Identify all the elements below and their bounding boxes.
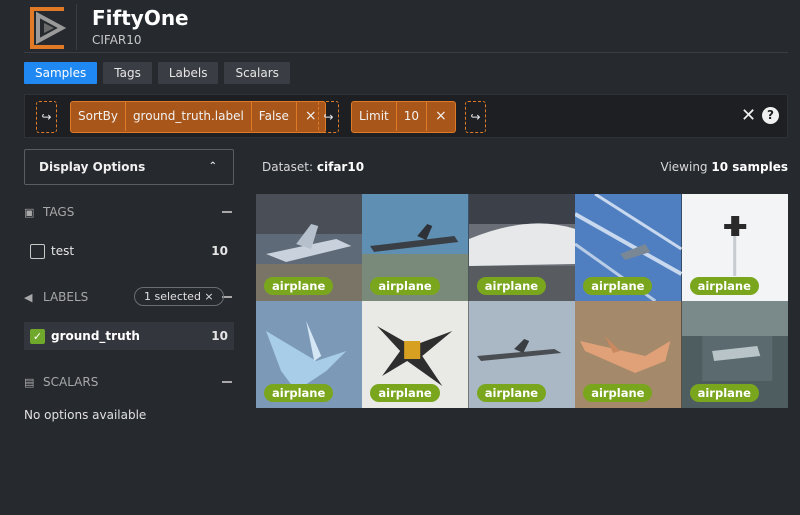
sample-tile[interactable]: airplane — [681, 301, 788, 408]
tab-scalars[interactable]: Scalars — [224, 62, 290, 84]
add-stage-button[interactable]: ↪ — [465, 101, 486, 133]
dataset-subtitle: CIFAR10 — [92, 33, 142, 47]
no-options-text: No options available — [24, 408, 147, 422]
scalars-section-header[interactable]: ▤ SCALARS — [24, 372, 234, 392]
ground-truth-tag: airplane — [476, 277, 547, 295]
viewing-count: Viewing 10 samples — [661, 160, 788, 174]
tab-labels[interactable]: Labels — [157, 62, 219, 84]
ground-truth-tag: airplane — [583, 277, 653, 295]
close-icon[interactable]: ✕ — [741, 107, 756, 125]
bar-chart-icon: ▤ — [24, 375, 35, 389]
stage-limit: Limit 10 × — [351, 101, 456, 133]
view-bar: ↪ SortBy ground_truth.label False × ↪ Li… — [24, 94, 788, 138]
tags-section-header[interactable]: ▣ TAGS — [24, 202, 234, 222]
checkbox[interactable] — [30, 243, 45, 259]
stage-sortby: SortBy ground_truth.label False × — [70, 101, 326, 133]
sample-tile[interactable]: airplane — [468, 194, 576, 301]
add-stage-button[interactable]: ↪ — [318, 101, 339, 133]
viewing-prefix: Viewing — [660, 160, 708, 174]
chevron-up-icon: ⌃ — [208, 161, 217, 172]
collapse-icon[interactable] — [222, 211, 232, 213]
sample-tile[interactable]: airplane — [681, 194, 788, 301]
header-divider — [24, 52, 788, 53]
selected-count-pill[interactable]: 1 selected × — [134, 287, 224, 306]
viewing-value: 10 samples — [711, 160, 788, 174]
sample-tile[interactable]: airplane — [256, 194, 363, 301]
sample-tile[interactable]: airplane — [362, 194, 469, 301]
ground-truth-tag: airplane — [264, 384, 334, 402]
dataset-indicator: Dataset: cifar10 — [262, 160, 364, 174]
main-tabs: Samples Tags Labels Scalars — [24, 62, 290, 84]
add-stage-button[interactable]: ↪ — [36, 101, 57, 133]
dataset-prefix: Dataset: — [262, 160, 314, 174]
sample-tile[interactable]: airplane — [362, 301, 469, 408]
checkbox-checked[interactable]: ✓ — [30, 328, 45, 344]
tag-count: 10 — [211, 244, 228, 258]
image-icon: ▣ — [24, 205, 35, 219]
ground-truth-tag: airplane — [370, 277, 440, 295]
stage-name[interactable]: Limit — [352, 102, 397, 131]
samples-grid: airplane airplane airplane airplane airp… — [256, 194, 788, 408]
labels-section-title: LABELS — [43, 290, 89, 304]
stage-param-limit[interactable]: 10 — [397, 102, 428, 131]
label-tag-icon: ◀ — [24, 290, 33, 304]
ground-truth-tag: airplane — [689, 277, 759, 295]
remove-stage-button[interactable]: × — [427, 102, 455, 131]
ground-truth-tag: airplane — [583, 384, 653, 402]
sample-tile[interactable]: airplane — [256, 301, 363, 408]
fiftyone-logo — [24, 5, 70, 51]
tab-tags[interactable]: Tags — [103, 62, 152, 84]
sample-tile[interactable]: airplane — [468, 301, 576, 408]
display-options-label: Display Options — [39, 160, 146, 174]
header-separator — [76, 4, 77, 50]
ground-truth-tag: airplane — [476, 384, 547, 402]
stage-name[interactable]: SortBy — [71, 102, 126, 131]
dataset-name: cifar10 — [316, 160, 365, 174]
label-row-ground-truth[interactable]: ✓ ground_truth 10 — [24, 322, 234, 350]
sample-tile[interactable]: airplane — [575, 194, 682, 301]
ground-truth-tag: airplane — [370, 384, 440, 402]
tag-row-test[interactable]: test 10 — [24, 237, 234, 265]
label-count: 10 — [211, 329, 228, 343]
scalars-section-title: SCALARS — [43, 375, 99, 389]
app-title: FiftyOne — [92, 6, 189, 30]
tag-label: test — [51, 244, 75, 258]
stage-param-reverse[interactable]: False — [252, 102, 297, 131]
ground-truth-tag: airplane — [264, 277, 334, 295]
help-icon[interactable]: ? — [762, 107, 779, 124]
display-options-dropdown[interactable]: Display Options ⌃ — [24, 149, 234, 185]
tags-section-title: TAGS — [43, 205, 75, 219]
collapse-icon[interactable] — [222, 381, 232, 383]
label-field-name: ground_truth — [51, 329, 140, 343]
stage-param-field[interactable]: ground_truth.label — [126, 102, 252, 131]
ground-truth-tag: airplane — [689, 384, 759, 402]
tab-samples[interactable]: Samples — [24, 62, 98, 84]
sample-tile[interactable]: airplane — [575, 301, 682, 408]
